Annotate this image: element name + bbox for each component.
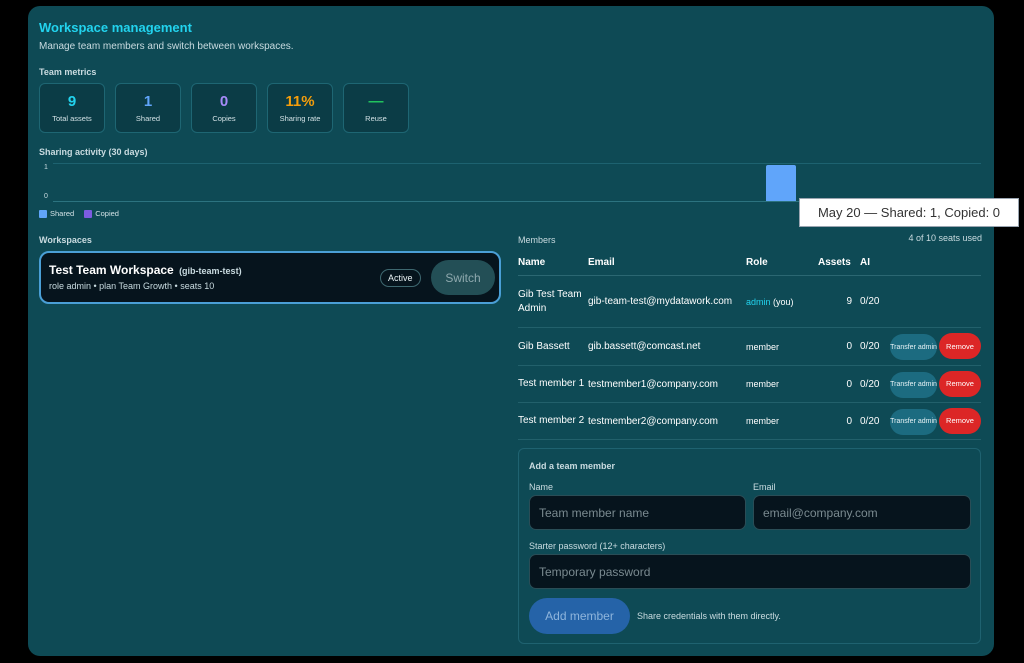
member-role: admin (you) xyxy=(746,275,818,328)
metric-total-assets: 9 Total assets xyxy=(39,83,105,133)
email-field-label: Email xyxy=(753,482,776,492)
column-header-role: Role xyxy=(746,254,818,276)
bar-shared-may-20[interactable] xyxy=(766,165,796,201)
member-actions: Transfer admin Remove xyxy=(890,327,981,366)
member-actions: Transfer admin Remove xyxy=(890,365,981,403)
transfer-admin-button[interactable]: Transfer admin xyxy=(890,408,937,435)
name-field-label: Name xyxy=(529,482,554,492)
table-row: Gib Bassett gib.bassett@comcast.net memb… xyxy=(518,327,981,366)
metric-sharing-rate: 11% Sharing rate xyxy=(267,83,333,133)
table-row: Test member 1 testmember1@company.com me… xyxy=(518,365,981,403)
workspace-card[interactable]: Test Team Workspace (gib-team-test) role… xyxy=(39,251,501,304)
member-email: gib.bassett@comcast.net xyxy=(588,327,746,366)
member-ai: 0/20 xyxy=(860,402,890,440)
column-header-actions xyxy=(890,254,981,276)
member-actions: Transfer admin Remove xyxy=(890,402,981,440)
members-label: Members xyxy=(518,235,556,245)
member-name: Gib Test Team Admin xyxy=(518,275,588,328)
table-row: Gib Test Team Admin gib-team-test@mydata… xyxy=(518,275,981,328)
page-subtitle: Manage team members and switch between w… xyxy=(39,41,294,52)
workspace-slug: (gib-team-test) xyxy=(179,266,242,276)
seats-used: 4 of 10 seats used xyxy=(908,233,982,243)
member-ai: 0/20 xyxy=(860,327,890,366)
remove-member-button[interactable]: Remove xyxy=(939,333,981,359)
metrics-row: 9 Total assets 1 Shared 0 Copies 11% Sha… xyxy=(39,83,409,133)
member-ai: 0/20 xyxy=(860,275,890,328)
grid-line-top xyxy=(53,163,981,164)
transfer-admin-button[interactable]: Transfer admin xyxy=(890,334,937,360)
metric-label: Copies xyxy=(212,114,236,123)
members-table-header: Name Email Role Assets AI xyxy=(518,254,981,276)
chart-legend: Shared Copied xyxy=(39,209,119,218)
add-member-hint: Share credentials with them directly. xyxy=(637,611,781,621)
metric-label: Sharing rate xyxy=(279,114,321,123)
members-table: Name Email Role Assets AI Gib Test Team … xyxy=(518,254,981,440)
member-name: Test member 1 xyxy=(518,365,588,403)
member-role: member xyxy=(746,365,818,403)
column-header-name: Name xyxy=(518,254,588,276)
member-email-input[interactable] xyxy=(753,495,971,530)
workspace-management-panel: Workspace management Manage team members… xyxy=(28,6,994,656)
add-member-button[interactable]: Add member xyxy=(529,598,630,634)
page-title: Workspace management xyxy=(39,20,192,35)
workspaces-label: Workspaces xyxy=(39,235,92,245)
member-assets: 0 xyxy=(818,365,860,403)
add-member-form: Add a team member Name Email Starter pas… xyxy=(518,448,981,644)
metric-reuse: — Reuse xyxy=(343,83,409,133)
column-header-ai: AI xyxy=(860,254,890,276)
metric-label: Total assets xyxy=(52,114,92,123)
metric-copies: 0 Copies xyxy=(191,83,257,133)
column-header-assets: Assets xyxy=(818,254,860,276)
metric-label: Reuse xyxy=(365,114,387,123)
member-name-input[interactable] xyxy=(529,495,746,530)
metric-value: 11% xyxy=(285,93,315,110)
metric-value: 0 xyxy=(219,93,229,110)
legend-swatch-copied xyxy=(84,209,93,218)
member-assets: 9 xyxy=(818,275,860,328)
y-tick-label: 1 xyxy=(44,164,48,171)
workspace-name-line: Test Team Workspace (gib-team-test) xyxy=(49,263,242,277)
member-email: testmember1@company.com xyxy=(588,365,746,403)
member-role: member xyxy=(746,402,818,440)
column-header-email: Email xyxy=(588,254,746,276)
metric-value: 1 xyxy=(143,93,153,110)
switch-workspace-button[interactable]: Switch xyxy=(431,260,495,295)
legend-label: Copied xyxy=(95,209,119,218)
metric-value: — xyxy=(368,93,384,110)
table-row: Test member 2 testmember2@company.com me… xyxy=(518,402,981,440)
role-admin-link: admin xyxy=(746,296,771,307)
legend-swatch-shared xyxy=(39,209,47,218)
chart-tooltip: May 20 — Shared: 1, Copied: 0 xyxy=(799,198,1019,227)
member-ai: 0/20 xyxy=(860,365,890,403)
legend-copied: Copied xyxy=(84,209,119,218)
active-badge: Active xyxy=(380,269,421,287)
metric-label: Shared xyxy=(135,114,161,123)
member-role: member xyxy=(746,327,818,366)
team-metrics-label: Team metrics xyxy=(39,67,97,77)
member-assets: 0 xyxy=(818,402,860,440)
legend-label: Shared xyxy=(50,209,75,218)
member-actions xyxy=(890,275,981,328)
metric-value: 9 xyxy=(67,93,77,110)
member-name: Test member 2 xyxy=(518,402,588,440)
sharing-activity-label: Sharing activity (30 days) xyxy=(39,147,148,157)
role-suffix: (you) xyxy=(773,296,794,307)
sharing-activity-chart: 1 0 xyxy=(39,161,981,203)
member-assets: 0 xyxy=(818,327,860,366)
y-tick-label: 0 xyxy=(44,193,48,200)
add-member-title: Add a team member xyxy=(529,461,616,471)
remove-member-button[interactable]: Remove xyxy=(939,370,981,397)
member-email: gib-team-test@mydatawork.com xyxy=(588,275,746,328)
transfer-admin-button[interactable]: Transfer admin xyxy=(890,371,937,398)
workspace-name: Test Team Workspace xyxy=(49,263,174,277)
workspace-meta: role admin • plan Team Growth • seats 10 xyxy=(49,281,215,291)
remove-member-button[interactable]: Remove xyxy=(939,407,981,434)
member-name: Gib Bassett xyxy=(518,327,588,366)
metric-shared: 1 Shared xyxy=(115,83,181,133)
password-field-label: Starter password (12+ characters) xyxy=(529,541,666,551)
legend-shared: Shared xyxy=(39,209,74,218)
member-email: testmember2@company.com xyxy=(588,402,746,440)
starter-password-input[interactable] xyxy=(529,554,971,589)
